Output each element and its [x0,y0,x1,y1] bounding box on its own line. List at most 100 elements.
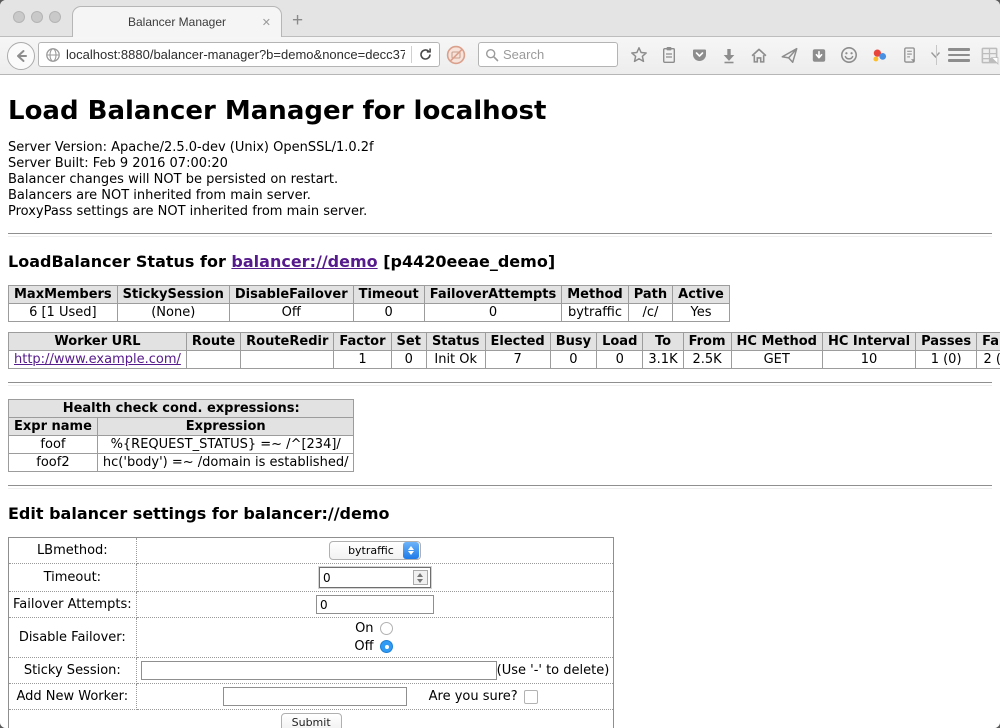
globe-icon [45,47,61,63]
timeout-input[interactable] [320,568,411,587]
url-bar[interactable]: localhost:8880/balancer-manager?b=demo&n… [38,42,440,67]
pocket-icon[interactable] [690,46,708,64]
balancer-status-table: MaxMembers StickySession DisableFailover… [8,285,730,322]
cell-expr-name: foof2 [9,454,98,472]
lbmethod-selected-value: bytraffic [340,544,402,557]
worker-url-link[interactable]: http://www.example.com/ [14,352,181,367]
cell-expression: hc('body') =~ /domain is established/ [97,454,354,472]
col-fails: Fails [977,333,1000,351]
col-disablefailover: DisableFailover [229,286,353,304]
cell-expr-name: foof [9,436,98,454]
clipboard-icon[interactable] [660,46,678,64]
table-header-row: MaxMembers StickySession DisableFailover… [9,286,730,304]
cell-worker-url: http://www.example.com/ [9,351,187,369]
form-row-timeout: Timeout: [9,564,614,592]
back-button[interactable] [7,42,35,70]
cell-stickysession: (None) [117,304,229,322]
col-busy: Busy [550,333,596,351]
submit-button[interactable]: Submit [281,713,342,728]
add-worker-label: Add New Worker: [9,684,137,710]
cell-from: 2.5K [683,351,731,369]
table-row: foof2 hc('body') =~ /domain is establish… [9,454,354,472]
feedback-smiley-icon[interactable] [840,46,858,64]
sticky-session-input[interactable] [141,661,497,680]
cell-set: 0 [391,351,426,369]
cell-hc-method: GET [731,351,822,369]
chevron-down-icon[interactable] [930,46,940,64]
home-icon[interactable] [750,46,768,64]
cell-to: 3.1K [643,351,683,369]
window-close-button[interactable] [13,11,25,23]
table-row: 6 [1 Used] (None) Off 0 0 bytraffic /c/ … [9,304,730,322]
col-routeredir: RouteRedir [241,333,334,351]
disable-failover-label: Disable Failover: [9,618,137,658]
url-text[interactable]: localhost:8880/balancer-manager?b=demo&n… [66,47,405,62]
cell-expression: %{REQUEST_STATUS} =~ /^[234]/ [97,436,354,454]
tab-strip: Balancer Manager ✕ + [0,0,1000,37]
reload-icon[interactable] [418,47,433,62]
table-header-row: Expr name Expression [9,418,354,436]
health-table-title: Health check cond. expressions: [9,400,354,418]
col-from: From [683,333,731,351]
notes-panel-icon[interactable] [900,46,918,64]
back-arrow-icon [14,49,28,63]
page-title: Load Balancer Manager for localhost [8,96,992,126]
failover-attempts-input[interactable] [316,595,434,614]
cell-routeredir [241,351,334,369]
worker-status-table: Worker URL Route RouteRedir Factor Set S… [8,332,1000,369]
navigation-toolbar: localhost:8880/balancer-manager?b=demo&n… [0,37,1000,75]
col-method: Method [562,286,628,304]
cell-busy: 0 [550,351,596,369]
radio-off-label: Off [354,639,373,654]
form-row-lbmethod: LBmethod: bytraffic [9,538,614,564]
downloads-icon[interactable] [720,46,738,64]
window-zoom-button[interactable] [49,11,61,23]
radio-on-label: On [354,621,373,636]
toolbar-divider [936,45,937,65]
cell-route [186,351,240,369]
col-passes: Passes [916,333,977,351]
health-check-table: Health check cond. expressions: Expr nam… [8,399,354,472]
form-row-sticky-session: Sticky Session: (Use '-' to delete) [9,658,614,684]
cell-passes: 1 (0) [916,351,977,369]
pages-grid-icon[interactable] [980,46,999,65]
cell-load: 0 [597,351,643,369]
new-tab-button[interactable]: + [292,10,303,32]
table-row: foof %{REQUEST_STATUS} =~ /^[234]/ [9,436,354,454]
radio-on[interactable] [380,622,393,635]
number-spinner-icon[interactable] [413,570,428,585]
col-factor: Factor [334,333,391,351]
window-minimize-button[interactable] [31,11,43,23]
tab-balancer-manager[interactable]: Balancer Manager ✕ [72,6,282,37]
balancer-demo-link[interactable]: balancer://demo [231,252,377,271]
col-status: Status [426,333,485,351]
persist-note-line: Balancer changes will NOT be persisted o… [8,172,992,188]
lbmethod-label: LBmethod: [9,538,137,564]
radio-off[interactable] [380,640,393,653]
save-to-device-icon[interactable] [810,46,828,64]
tab-close-icon[interactable]: ✕ [262,16,271,29]
failover-attempts-label: Failover Attempts: [9,592,137,618]
toolbar-icon-cluster [630,46,940,64]
col-hc-interval: HC Interval [822,333,915,351]
are-you-sure-label: Are you sure? [429,689,518,704]
search-bar[interactable]: Search [478,42,618,67]
tab-title: Balancer Manager [128,15,226,29]
content-blocked-icon[interactable] [446,45,466,65]
cell-path: /c/ [628,304,672,322]
table-title-row: Health check cond. expressions: [9,400,354,418]
col-to: To [643,333,683,351]
timeout-field[interactable] [319,567,431,588]
edit-settings-heading: Edit balancer settings for balancer://de… [8,504,992,523]
col-load: Load [597,333,643,351]
add-worker-input[interactable] [223,687,407,706]
cell-status: Init Ok [426,351,485,369]
send-icon[interactable] [780,46,798,64]
are-you-sure-checkbox[interactable] [524,690,538,704]
colored-dots-addon-icon[interactable] [870,46,888,64]
menu-icon[interactable] [948,48,970,62]
sticky-session-label: Sticky Session: [9,658,137,684]
bookmark-star-icon[interactable] [630,46,648,64]
lbmethod-select[interactable]: bytraffic [329,541,421,560]
proxypass-note-line: ProxyPass settings are NOT inherited fro… [8,204,992,220]
